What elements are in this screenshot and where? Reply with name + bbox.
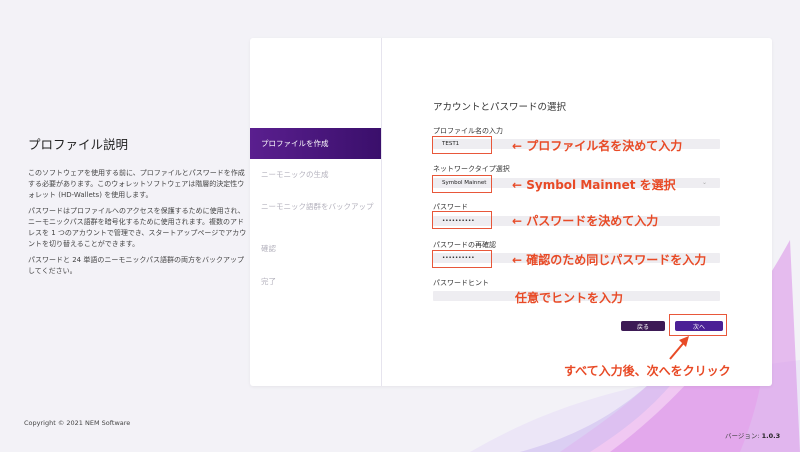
password-label: パスワード xyxy=(433,203,468,211)
annotation-click-next: すべて入力後、次へをクリック xyxy=(564,364,731,378)
description-paragraph: パスワードと 24 単語のニーモニックパス語群の両方をバックアップしてください。 xyxy=(28,256,245,275)
profile-name-label: プロファイル名の入力 xyxy=(433,127,503,135)
description-paragraph: このソフトウェアを使用する前に、プロファイルとパスワードを作成する必要があります… xyxy=(28,169,245,199)
chevron-down-icon[interactable]: ⌄ xyxy=(702,179,707,186)
annotation-hint: 任意でヒントを入力 xyxy=(515,291,624,305)
network-type-label: ネットワークタイプ選択 xyxy=(433,165,510,173)
annotation-confirm: ← 確認のため同じパスワードを入力 xyxy=(512,253,707,267)
description-paragraph: パスワードはプロファイルへのアクセスを保護するために使用され、ニーモニックパス語… xyxy=(28,207,247,248)
annotation-network: ← Symbol Mainnet を選択 xyxy=(512,178,676,192)
form-title: アカウントとパスワードの選択 xyxy=(433,102,567,113)
step-create-profile[interactable]: プロファイルを作成 xyxy=(250,128,381,159)
annotation-password: ← パスワードを決めて入力 xyxy=(512,214,659,228)
password-hint-label: パスワードヒント xyxy=(433,279,489,287)
step-list: プロファイルを作成 ニーモニックの生成 ニーモニック語群をバックアップ 確認 完… xyxy=(250,38,382,386)
network-type-value: Symbol Mainnet xyxy=(442,180,487,186)
back-button[interactable]: 戻る xyxy=(621,321,665,331)
profile-description-panel: プロファイル説明 このソフトウェアを使用する前に、プロファイルとパスワードを作成… xyxy=(28,134,250,282)
arrow-icon xyxy=(669,336,689,360)
password-confirm-label: パスワードの再確認 xyxy=(433,241,496,249)
step-backup-mnemonic[interactable]: ニーモニック語群をバックアップ xyxy=(250,191,381,222)
annotation-profile: ← プロファイル名を決めて入力 xyxy=(512,139,683,153)
copyright: Copyright © 2021 NEM Software xyxy=(24,419,131,427)
description-title: プロファイル説明 xyxy=(28,137,129,152)
version-number: 1.0.3 xyxy=(761,432,781,440)
version-info: バージョン: 1.0.3 xyxy=(725,432,781,440)
step-generate-mnemonic[interactable]: ニーモニックの生成 xyxy=(250,159,381,190)
step-finish[interactable]: 完了 xyxy=(250,266,381,297)
step-confirm[interactable]: 確認 xyxy=(250,233,381,264)
